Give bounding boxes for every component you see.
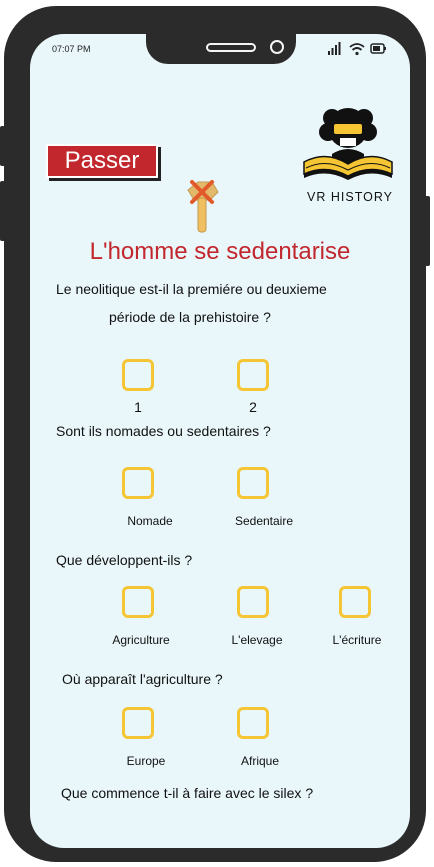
logo-text: VR HISTORY bbox=[307, 190, 393, 204]
option-label-q2-2: Sedentaire bbox=[234, 514, 294, 528]
status-time: 07:07 PM bbox=[52, 44, 91, 54]
checkbox-q1-option-1[interactable] bbox=[122, 359, 154, 391]
power-button bbox=[425, 196, 430, 266]
option-label-q1-2: 2 bbox=[249, 399, 257, 415]
question-5: Que commence t-il à faire avec le silex … bbox=[61, 785, 314, 801]
wifi-icon bbox=[349, 43, 365, 56]
question-2: Sont ils nomades ou sedentaires ? bbox=[56, 423, 271, 439]
checkbox-q2-option-1[interactable] bbox=[122, 467, 154, 499]
speaker bbox=[206, 43, 256, 52]
question-1-line2: période de la prehistoire ? bbox=[109, 309, 271, 325]
option-label-q2-1: Nomade bbox=[127, 514, 173, 528]
volume-down-button bbox=[0, 181, 5, 241]
phone-frame: 07:07 PM Passer VR HISTORY L'homme se se… bbox=[0, 6, 430, 862]
checkbox-q3-option-3[interactable] bbox=[339, 586, 371, 618]
screen: 07:07 PM Passer VR HISTORY L'homme se se… bbox=[30, 34, 410, 848]
tool-icon bbox=[182, 176, 222, 243]
option-label-q3-1: Agriculture bbox=[112, 633, 170, 647]
question-1-line1: Le neolitique est-il la premiére ou deux… bbox=[56, 281, 327, 297]
status-icons bbox=[328, 42, 388, 61]
question-3: Que développent-ils ? bbox=[56, 552, 193, 568]
option-label-q1-1: 1 bbox=[134, 399, 142, 415]
checkbox-q2-option-2[interactable] bbox=[237, 467, 269, 499]
notch bbox=[146, 34, 296, 64]
battery-icon bbox=[370, 43, 386, 54]
option-label-q4-1: Europe bbox=[126, 754, 166, 768]
page-title: L'homme se sedentarise bbox=[89, 238, 351, 265]
checkbox-q4-option-2[interactable] bbox=[237, 707, 269, 739]
checkbox-q4-option-1[interactable] bbox=[122, 707, 154, 739]
skip-button[interactable]: Passer bbox=[46, 144, 158, 178]
option-label-q3-2: L'elevage bbox=[231, 633, 283, 647]
checkbox-q1-option-2[interactable] bbox=[237, 359, 269, 391]
option-label-q4-2: Afrique bbox=[240, 754, 280, 768]
checkbox-q3-option-2[interactable] bbox=[237, 586, 269, 618]
question-4: Où apparaît l'agriculture ? bbox=[62, 671, 223, 687]
checkbox-q3-option-1[interactable] bbox=[122, 586, 154, 618]
option-label-q3-3: L'écriture bbox=[332, 633, 382, 647]
signal-icon bbox=[328, 42, 341, 55]
volume-up-button bbox=[0, 126, 5, 166]
camera bbox=[270, 40, 284, 54]
